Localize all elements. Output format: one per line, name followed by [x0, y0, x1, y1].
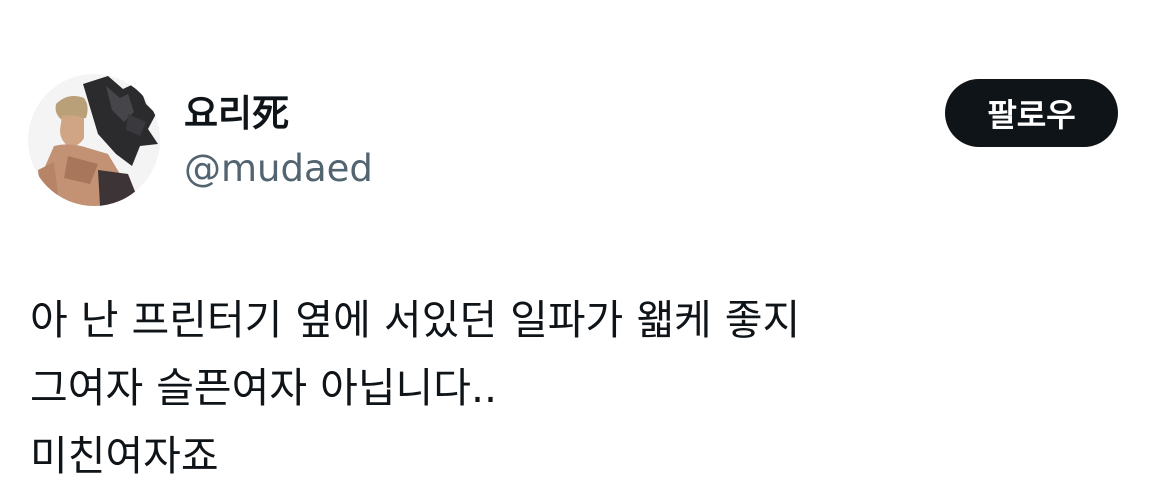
tweet-card: 요리死 @mudaed 팔로우 아 난 프린터기 옆에 서있던 일파가 왧케 좋…	[0, 0, 1170, 497]
tweet-text: 아 난 프린터기 옆에 서있던 일파가 왧케 좋지 그여자 슬픈여자 아닙니다.…	[30, 286, 1140, 490]
tweet-text-line: 미친여자죠	[30, 432, 219, 480]
avatar-image	[28, 74, 160, 206]
follow-button[interactable]: 팔로우	[945, 79, 1118, 147]
tweet-text-line: 그여자 슬픈여자 아닙니다..	[30, 364, 498, 412]
user-handle[interactable]: @mudaed	[184, 147, 373, 191]
avatar[interactable]	[28, 74, 160, 206]
tweet-text-line: 아 난 프린터기 옆에 서있던 일파가 왧케 좋지	[30, 296, 801, 344]
display-name[interactable]: 요리死	[184, 92, 289, 136]
